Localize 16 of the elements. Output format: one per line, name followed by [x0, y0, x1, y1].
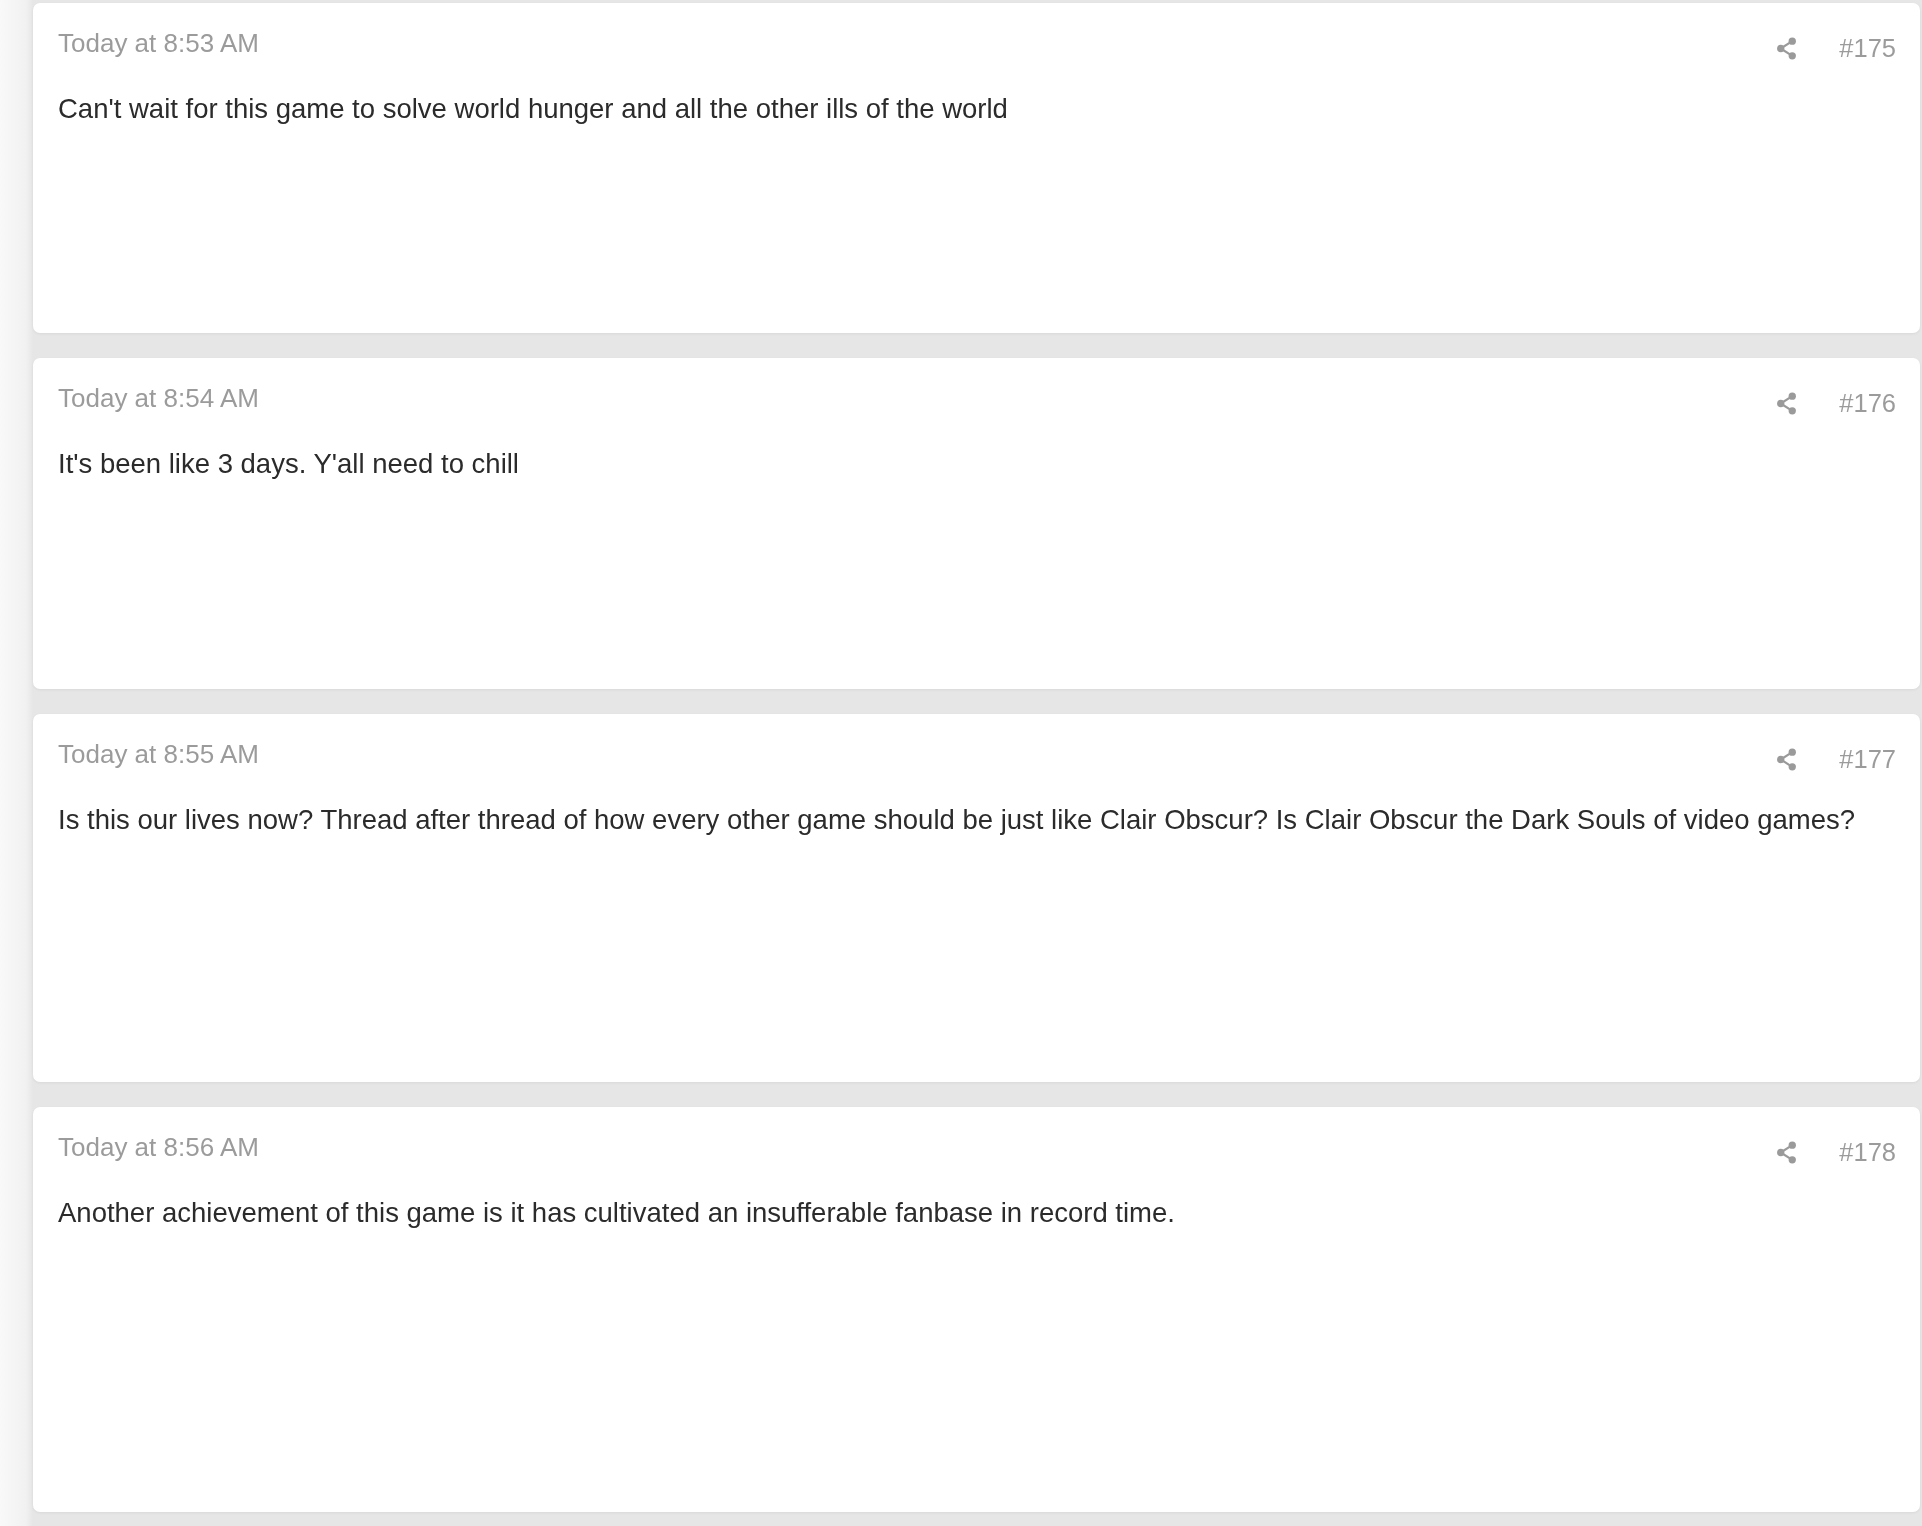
post-number-link[interactable]: #178: [1839, 1137, 1896, 1167]
post-timestamp: Today at 8:55 AM: [58, 739, 259, 769]
post-text: Is this our lives now? Thread after thread of how every other game should be just like Clair Obscur? Is Clair Obscur the Dark Souls of video games?: [58, 803, 1856, 837]
share-icon[interactable]: [1776, 747, 1798, 771]
post-timestamp: Today at 8:56 AM: [58, 1132, 259, 1162]
post-number-link[interactable]: #176: [1839, 388, 1896, 418]
post-text: It's been like 3 days. Y'all need to chill: [58, 447, 520, 481]
post-number-link[interactable]: #175: [1839, 33, 1896, 63]
post-number-link[interactable]: #177: [1839, 744, 1896, 774]
share-icon[interactable]: [1776, 1140, 1798, 1164]
post-timestamp: Today at 8:53 AM: [58, 28, 259, 58]
share-icon[interactable]: [1776, 391, 1798, 415]
post-text: Another achievement of this game is it has cultivated an insufferable fanbase in record time.: [58, 1196, 1176, 1230]
post-text: Can't wait for this game to solve world hunger and all the other ills of the world: [58, 92, 1009, 126]
share-icon[interactable]: [1776, 36, 1798, 60]
post-timestamp: Today at 8:54 AM: [58, 383, 259, 413]
